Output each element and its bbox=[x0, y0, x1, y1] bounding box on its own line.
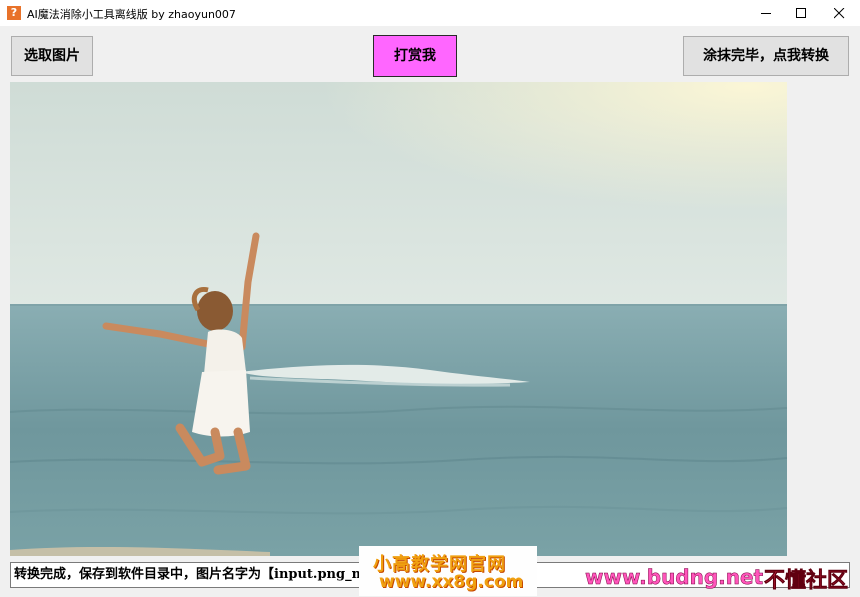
watermark-xx8g: 小高教学网官网 www.xx8g.com bbox=[359, 546, 537, 596]
watermark-budng-name: 不懂社区 bbox=[764, 568, 849, 593]
convert-button[interactable]: 涂抹完毕，点我转换 bbox=[683, 36, 849, 76]
select-image-button[interactable]: 选取图片 bbox=[11, 36, 93, 76]
title-bar: ? AI魔法消除小工具离线版 by zhaoyun007 bbox=[0, 0, 860, 26]
minimize-icon bbox=[761, 13, 771, 14]
image-canvas[interactable] bbox=[10, 82, 787, 556]
window-title: AI魔法消除小工具离线版 by zhaoyun007 bbox=[27, 8, 236, 21]
maximize-button[interactable] bbox=[784, 0, 818, 26]
maximize-icon bbox=[796, 8, 806, 18]
close-icon bbox=[834, 8, 845, 19]
watermark-budng-url: www.budng.net bbox=[585, 565, 764, 590]
beach-jump-photo bbox=[10, 82, 787, 556]
app-icon: ? bbox=[7, 6, 21, 20]
tip-button[interactable]: 打赏我 bbox=[373, 35, 457, 77]
close-button[interactable] bbox=[822, 0, 856, 26]
watermark-xx8g-url: www.xx8g.com bbox=[379, 572, 524, 592]
minimize-button[interactable] bbox=[749, 0, 783, 26]
